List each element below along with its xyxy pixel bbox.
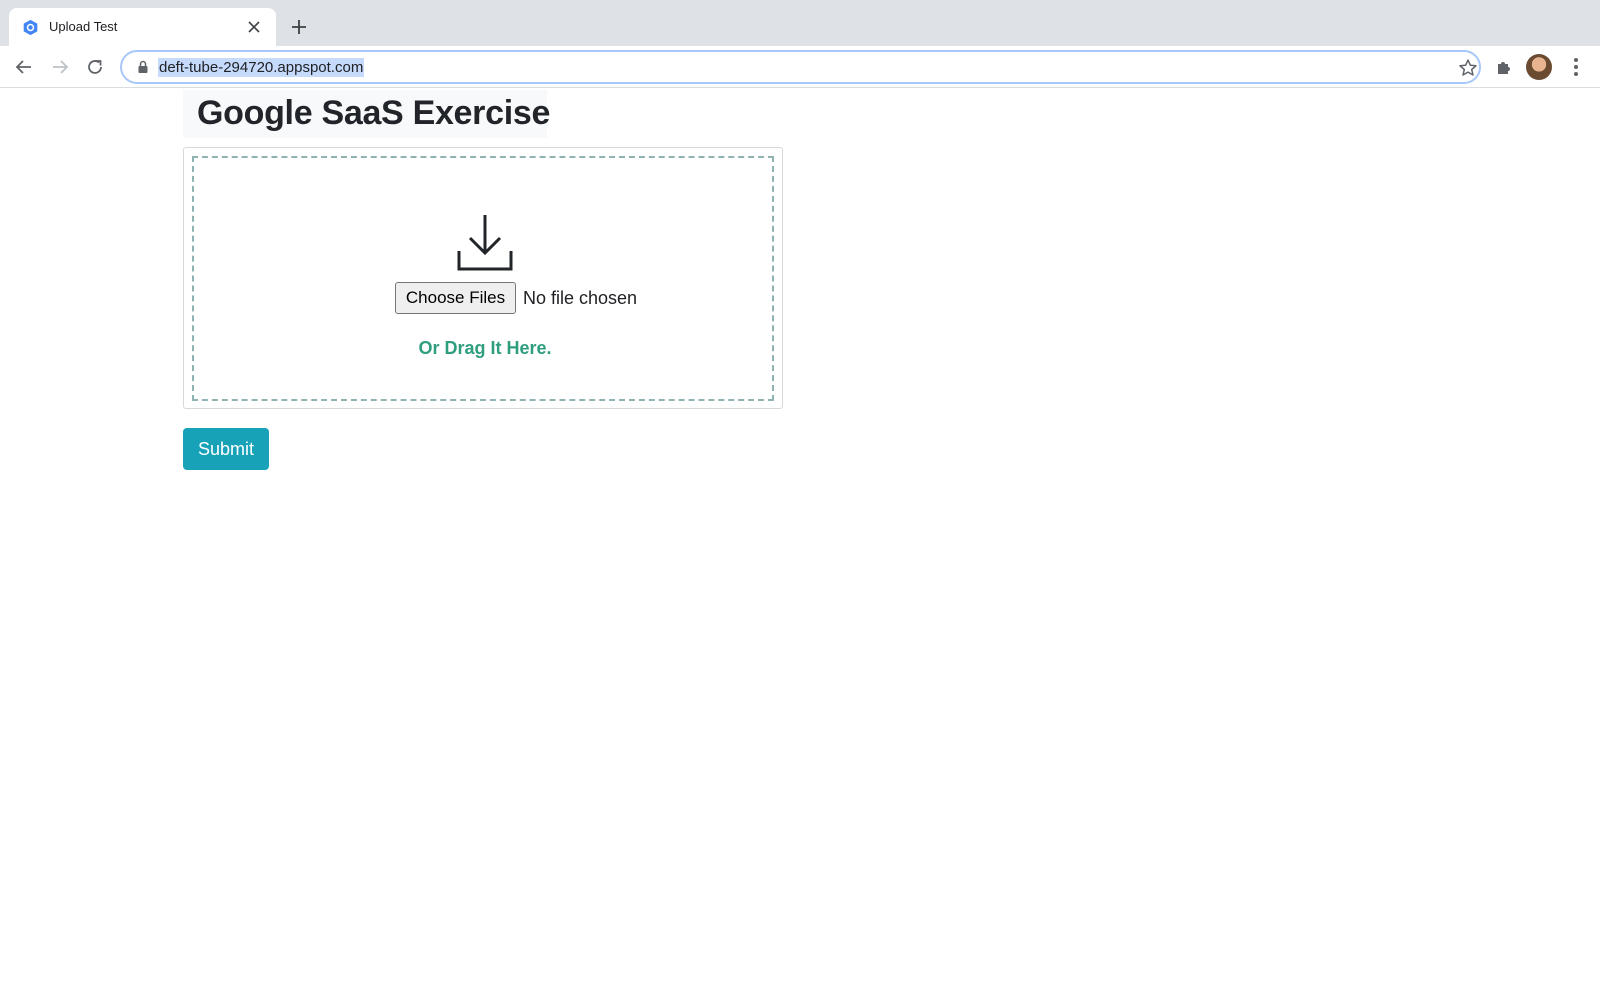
profile-avatar[interactable]: [1526, 54, 1552, 80]
url-text[interactable]: deft-tube-294720.appspot.com: [158, 58, 365, 77]
close-icon[interactable]: [244, 17, 264, 37]
drag-hint: Or Drag It Here.: [418, 338, 552, 358]
back-icon[interactable]: [12, 55, 36, 79]
browser-tab[interactable]: Upload Test: [9, 8, 276, 46]
file-status: No file chosen: [523, 288, 638, 308]
tab-title: Upload Test: [49, 19, 118, 34]
upload-card: Choose Files No file chosen Or Drag It H…: [183, 147, 783, 409]
drop-zone[interactable]: Choose Files No file chosen Or Drag It H…: [192, 156, 774, 401]
star-icon[interactable]: [1458, 58, 1478, 78]
tab-strip: Upload Test: [0, 0, 1600, 46]
browser-toolbar: deft-tube-294720.appspot.com: [0, 46, 1600, 88]
gcp-icon: [23, 19, 38, 36]
plus-icon[interactable]: [288, 16, 310, 38]
reload-icon[interactable]: [83, 55, 107, 79]
page-title: Google SaaS Exercise: [197, 94, 551, 132]
choose-files-button[interactable]: Choose Files: [395, 282, 516, 314]
extensions-icon[interactable]: [1493, 55, 1517, 79]
download-icon: [457, 215, 513, 271]
submit-button[interactable]: Submit: [183, 428, 269, 470]
heading-container: Google SaaS Exercise: [183, 90, 551, 138]
menu-icon[interactable]: [1566, 55, 1586, 79]
address-bar[interactable]: deft-tube-294720.appspot.com: [120, 50, 1481, 84]
forward-icon[interactable]: [48, 55, 72, 79]
lock-icon: [138, 60, 148, 73]
page-content: Google SaaS Exercise Choose Files No fil…: [0, 88, 1600, 1000]
